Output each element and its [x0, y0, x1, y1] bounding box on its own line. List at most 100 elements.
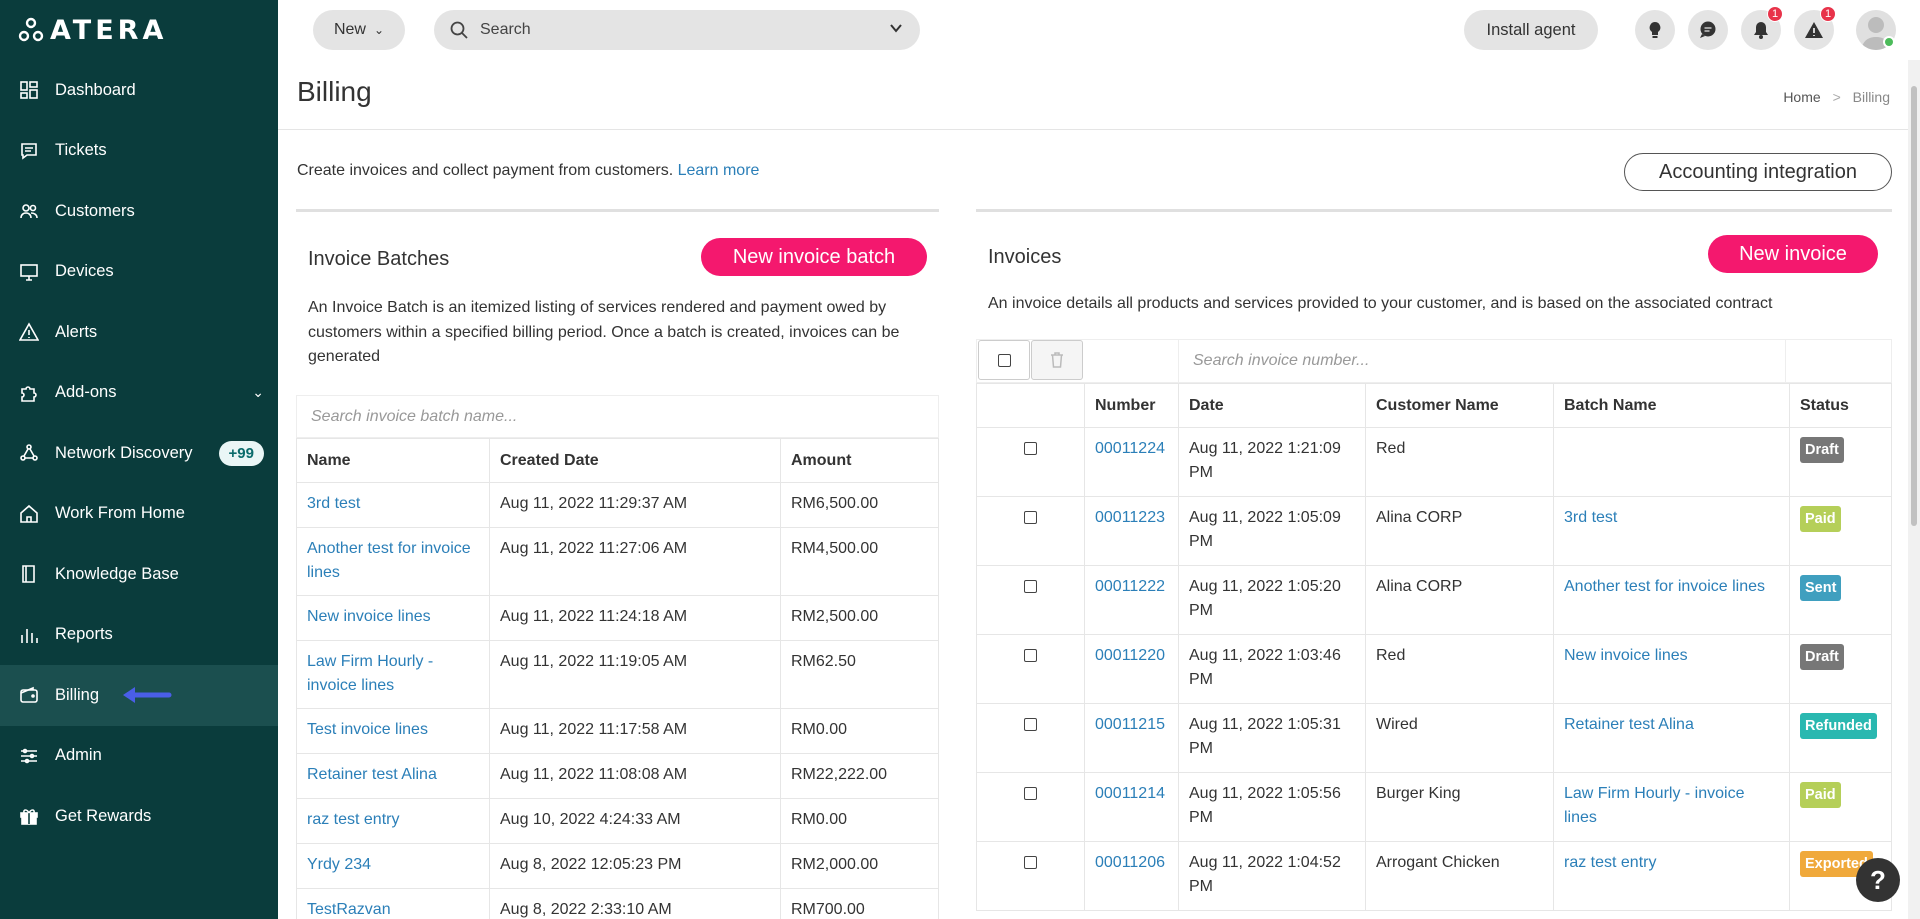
column-header-name[interactable]: Name [296, 438, 490, 483]
invoice-batch-link[interactable]: Retainer test Alina [1564, 716, 1694, 733]
scrollbar-thumb[interactable] [1911, 86, 1917, 526]
invoice-number-link[interactable]: 00011224 [1095, 440, 1165, 457]
batch-created-date: Aug 8, 2022 2:33:10 AM [489, 888, 781, 919]
invoice-number-link[interactable]: 00011222 [1095, 578, 1165, 595]
alert-triangle-icon[interactable]: 1 [1794, 6, 1836, 50]
row-checkbox[interactable] [1024, 580, 1037, 593]
delete-button[interactable] [1031, 340, 1083, 380]
chat-icon[interactable] [1688, 10, 1728, 50]
column-header-created-date[interactable]: Created Date [489, 438, 781, 483]
chevron-down-icon: ⌄ [373, 23, 385, 37]
install-agent-button[interactable]: Install agent [1464, 10, 1598, 50]
chevron-down-icon[interactable] [888, 20, 904, 41]
sidebar-item-tickets[interactable]: Tickets [0, 121, 278, 182]
invoices-description: An invoice details all products and serv… [988, 295, 1773, 312]
invoice-number-link[interactable]: 00011215 [1095, 716, 1165, 733]
column-header-amount[interactable]: Amount [780, 438, 939, 483]
atera-logo[interactable]: ATERA [18, 12, 167, 48]
sidebar-item-label: Alerts [55, 322, 98, 341]
invoice-customer-name: Red [1365, 634, 1554, 704]
invoice-number-link[interactable]: 00011206 [1095, 854, 1165, 871]
column-header-customer-name[interactable]: Customer Name [1365, 383, 1554, 428]
row-checkbox[interactable] [1024, 787, 1037, 800]
batch-search-input[interactable]: Search invoice batch name... [296, 395, 939, 438]
breadcrumb-separator: > [1832, 89, 1841, 105]
learn-more-link[interactable]: Learn more [678, 162, 760, 179]
sidebar-item-customers[interactable]: Customers [0, 181, 278, 242]
help-button[interactable]: ? [1856, 858, 1900, 902]
invoice-batches-description: An Invoice Batch is an itemized listing … [308, 299, 900, 365]
sidebar-item-billing[interactable]: Billing [0, 665, 278, 726]
intro-text: Create invoices and collect payment from… [297, 162, 674, 179]
invoice-date: Aug 11, 2022 1:03:46 PM [1178, 634, 1366, 704]
table-row: Yrdy 234 Aug 8, 2022 12:05:23 PM RM2,000… [296, 843, 939, 889]
invoice-customer-name: Alina CORP [1365, 496, 1554, 566]
invoice-batch-link[interactable]: Another test for invoice lines [1564, 578, 1765, 595]
batch-amount: RM2,000.00 [780, 843, 939, 889]
invoice-number-link[interactable]: 00011214 [1095, 785, 1165, 802]
row-checkbox[interactable] [1024, 442, 1037, 455]
bell-icon[interactable]: 1 [1741, 6, 1783, 50]
row-checkbox[interactable] [1024, 856, 1037, 869]
network-icon [18, 442, 40, 464]
sidebar-item-addons[interactable]: Add-ons ⌄ [0, 363, 278, 424]
invoice-number-link[interactable]: 00011220 [1095, 647, 1165, 664]
invoice-batch-link[interactable]: New invoice lines [1564, 647, 1688, 664]
invoice-batch-link[interactable]: Law Firm Hourly - invoice lines [1564, 785, 1744, 826]
invoice-customer-name: Arrogant Chicken [1365, 841, 1554, 911]
column-header-batch-name[interactable]: Batch Name [1553, 383, 1790, 428]
table-row: Test invoice lines Aug 11, 2022 11:17:58… [296, 708, 939, 754]
invoice-search-input[interactable]: Search invoice number... [1178, 340, 1786, 382]
invoice-batch-link[interactable]: raz test entry [1564, 854, 1656, 871]
batch-name-link[interactable]: Test invoice lines [307, 721, 428, 738]
accounting-integration-button[interactable]: Accounting integration [1624, 153, 1892, 191]
select-all-button[interactable] [978, 340, 1030, 380]
sidebar-item-network-discovery[interactable]: Network Discovery +99 [0, 423, 278, 484]
batch-name-link[interactable]: Another test for invoice lines [307, 540, 471, 581]
sidebar-item-devices[interactable]: Devices [0, 242, 278, 303]
sidebar-item-knowledge-base[interactable]: Knowledge Base [0, 544, 278, 605]
sidebar-item-label: Devices [55, 262, 114, 281]
sidebar-item-get-rewards[interactable]: Get Rewards [0, 786, 278, 847]
invoice-batch-link[interactable]: 3rd test [1564, 509, 1617, 526]
table-row: 00011224 Aug 11, 2022 1:21:09 PM Red Draft [976, 427, 1892, 497]
table-row: Retainer test Alina Aug 11, 2022 11:08:0… [296, 753, 939, 799]
sidebar-item-reports[interactable]: Reports [0, 605, 278, 666]
row-checkbox[interactable] [1024, 649, 1037, 662]
new-invoice-button[interactable]: New invoice [1708, 235, 1878, 273]
new-invoice-batch-button[interactable]: New invoice batch [701, 238, 927, 276]
batch-name-link[interactable]: Law Firm Hourly - invoice lines [307, 653, 433, 694]
status-badge: Refunded [1800, 713, 1877, 739]
gift-icon [18, 805, 40, 827]
column-header-date[interactable]: Date [1178, 383, 1366, 428]
breadcrumb-home[interactable]: Home [1783, 89, 1820, 105]
sidebar-item-work-from-home[interactable]: Work From Home [0, 484, 278, 545]
new-dropdown-button[interactable]: New ⌄ [313, 10, 405, 50]
search-label: Search [480, 21, 531, 38]
select-all-checkbox[interactable] [997, 353, 1011, 367]
batch-name-link[interactable]: Yrdy 234 [307, 856, 371, 873]
table-row: Another test for invoice lines Aug 11, 2… [296, 527, 939, 596]
batch-name-link[interactable]: Retainer test Alina [307, 766, 437, 783]
row-checkbox[interactable] [1024, 718, 1037, 731]
invoice-customer-name: Red [1365, 427, 1554, 497]
batch-name-link[interactable]: 3rd test [307, 495, 360, 512]
chevron-down-icon[interactable]: ⌄ [252, 384, 264, 401]
page-title: Billing [297, 76, 372, 107]
invoice-number-link[interactable]: 00011223 [1095, 509, 1165, 526]
page-scrollbar[interactable] [1908, 60, 1920, 919]
bar-chart-icon [18, 624, 40, 646]
sidebar-item-dashboard[interactable]: Dashboard [0, 60, 278, 121]
column-header-status[interactable]: Status [1789, 383, 1892, 428]
batch-name-link[interactable]: TestRazvan [307, 901, 391, 918]
column-header-number[interactable]: Number [1084, 383, 1179, 428]
lightbulb-icon[interactable] [1635, 10, 1675, 50]
global-search[interactable]: Search [434, 10, 920, 50]
row-checkbox[interactable] [1024, 511, 1037, 524]
sidebar-item-admin[interactable]: Admin [0, 726, 278, 787]
batch-created-date: Aug 11, 2022 11:24:18 AM [489, 595, 781, 641]
sidebar-item-alerts[interactable]: Alerts [0, 302, 278, 363]
invoices-table: Number Date Customer Name Batch Name Sta… [976, 383, 1892, 911]
batch-name-link[interactable]: raz test entry [307, 811, 399, 828]
batch-name-link[interactable]: New invoice lines [307, 608, 431, 625]
